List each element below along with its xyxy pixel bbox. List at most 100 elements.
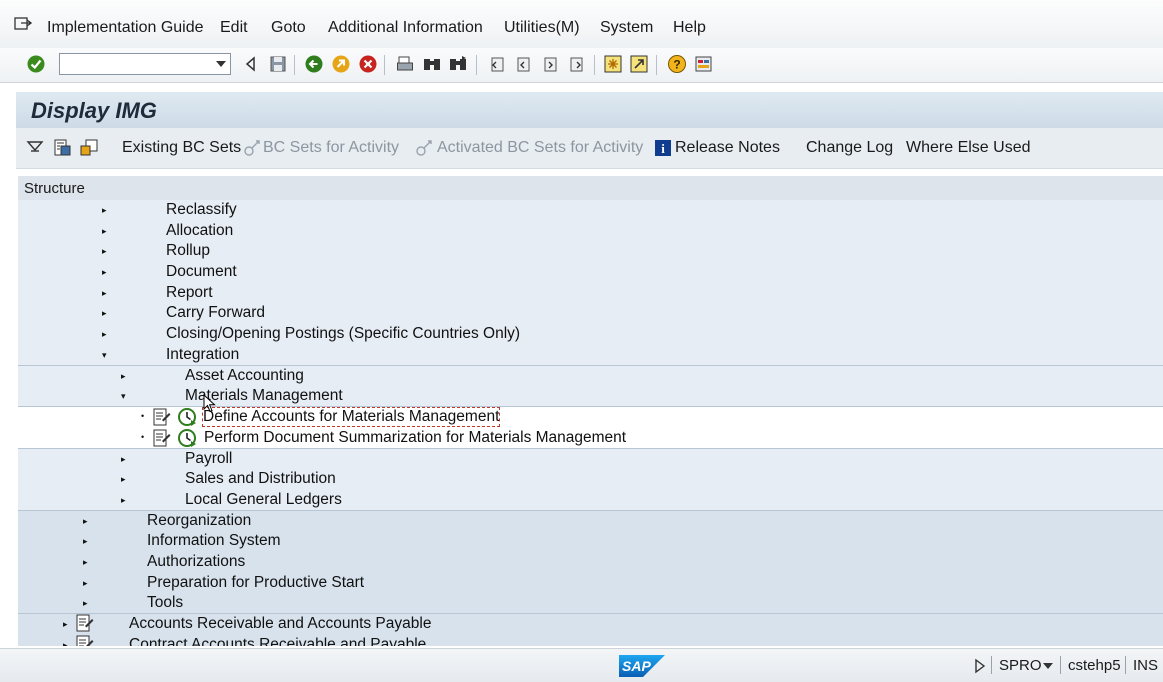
where-used-icon[interactable] xyxy=(79,138,99,158)
expand-subtree-icon[interactable] xyxy=(26,138,46,158)
tree-node[interactable]: ▸ Accounts Receivable and Accounts Payab… xyxy=(18,614,1163,635)
perform-doc-summarization-label: Perform Document Summarization for Mater… xyxy=(204,429,627,446)
tree-node[interactable]: ▸ Closing/Opening Postings (Specific Coun… xyxy=(18,324,1163,345)
tree-activity[interactable]: • Perform Document Summarization for Mat… xyxy=(18,428,1163,449)
cancel-icon[interactable] xyxy=(357,53,379,75)
tree-node[interactable]: ▸ Payroll xyxy=(18,449,1163,470)
enter-icon[interactable] xyxy=(25,53,47,75)
tree-node-expanded[interactable]: ▾ Integration xyxy=(18,345,1163,366)
collapse-arrow-icon[interactable]: ▾ xyxy=(121,391,126,402)
bc-sets-for-activity-button[interactable]: BC Sets for Activity xyxy=(263,139,399,157)
expand-arrow-icon[interactable]: ▸ xyxy=(121,474,126,485)
tree-node[interactable]: ▸ Asset Accounting xyxy=(18,366,1163,387)
expand-arrow-icon[interactable]: ▸ xyxy=(102,205,107,216)
sap-logo: SAP xyxy=(619,655,665,677)
tree-node[interactable]: ▸ Allocation xyxy=(18,221,1163,242)
activated-bc-sets-icon xyxy=(416,140,432,156)
expand-arrow-icon[interactable]: ▸ xyxy=(102,288,107,299)
tree-node[interactable]: ▸ Reclassify xyxy=(18,200,1163,221)
bullet-icon: • xyxy=(141,432,145,442)
customize-layout-icon[interactable] xyxy=(693,53,715,75)
expand-arrow-icon[interactable]: ▸ xyxy=(83,578,88,589)
tree-node[interactable]: ▸ Carry Forward xyxy=(18,303,1163,324)
expand-arrow-icon[interactable]: ▸ xyxy=(63,640,68,646)
documentation-icon[interactable] xyxy=(52,138,72,158)
existing-bc-sets-button[interactable]: Existing BC Sets xyxy=(122,139,241,157)
status-bar: SAP SPRO cstehp5 INS xyxy=(0,648,1163,682)
command-input[interactable] xyxy=(62,55,214,75)
back-icon[interactable] xyxy=(240,53,262,75)
svg-text:?: ? xyxy=(673,58,680,72)
tree-node[interactable]: ▸ Report xyxy=(18,283,1163,304)
tree-node[interactable]: ▸ Reorganization xyxy=(18,511,1163,532)
documentation-icon[interactable] xyxy=(74,614,96,634)
tree-node[interactable]: ▸ Local General Ledgers xyxy=(18,490,1163,511)
menu-utilities[interactable]: Utilities(M) xyxy=(504,19,580,37)
tree-node[interactable]: ▸ Tools xyxy=(18,593,1163,614)
collapse-arrow-icon[interactable]: ▾ xyxy=(102,350,107,361)
bc-sets-icon xyxy=(244,140,260,156)
expand-arrow-icon[interactable]: ▸ xyxy=(83,536,88,547)
tree-node[interactable]: ▸ Authorizations xyxy=(18,552,1163,573)
shortcut-icon[interactable] xyxy=(628,53,650,75)
transaction-code: SPRO xyxy=(999,657,1042,674)
tree-node[interactable]: ▸ Information System xyxy=(18,531,1163,552)
next-page-icon[interactable] xyxy=(539,53,561,75)
tree-node[interactable]: ▸ Rollup xyxy=(18,241,1163,262)
tree-node-expanded[interactable]: ▾ Materials Management xyxy=(18,386,1163,407)
documentation-icon[interactable] xyxy=(152,408,172,427)
chevron-down-icon[interactable] xyxy=(1043,663,1053,669)
last-page-icon[interactable] xyxy=(565,53,587,75)
tree-header: Structure xyxy=(18,176,1163,200)
documentation-icon[interactable] xyxy=(74,635,96,646)
expand-arrow-icon[interactable]: ▸ xyxy=(102,308,107,319)
menu-edit[interactable]: Edit xyxy=(220,19,248,37)
img-structure-tree: Structure ▸ Reclassify ▸ Allocation ▸ Rollu… xyxy=(18,176,1163,646)
release-notes-button[interactable]: Release Notes xyxy=(675,139,780,157)
menu-toggle-icon[interactable] xyxy=(14,17,32,31)
help-icon[interactable]: ? xyxy=(666,53,688,75)
expand-arrow-icon[interactable]: ▸ xyxy=(121,454,126,465)
exit-icon[interactable] xyxy=(330,53,352,75)
activated-bc-sets-button[interactable]: Activated BC Sets for Activity xyxy=(437,139,643,157)
page-title: Display IMG xyxy=(31,98,157,123)
find-next-icon[interactable] xyxy=(447,53,469,75)
tree-node[interactable]: ▸ Preparation for Productive Start xyxy=(18,573,1163,594)
documentation-icon[interactable] xyxy=(152,429,172,448)
tree-node[interactable]: ▸ Sales and Distribution xyxy=(18,469,1163,490)
first-page-icon[interactable] xyxy=(486,53,508,75)
save-icon[interactable] xyxy=(267,53,289,75)
expand-arrow-icon[interactable]: ▸ xyxy=(102,246,107,257)
tree-activity[interactable]: • Define Accounts for Materials Manageme… xyxy=(18,407,1163,428)
expand-arrow-icon[interactable]: ▸ xyxy=(121,495,126,506)
svg-text:SAP: SAP xyxy=(622,658,651,674)
menu-goto[interactable]: Goto xyxy=(271,19,306,37)
print-icon[interactable] xyxy=(394,53,416,75)
menu-system[interactable]: System xyxy=(600,19,653,37)
previous-page-icon[interactable] xyxy=(512,53,534,75)
menu-implementation-guide[interactable]: Implementation Guide xyxy=(47,19,204,37)
create-session-icon[interactable] xyxy=(602,53,624,75)
execute-activity-icon[interactable] xyxy=(177,428,198,449)
tree-node[interactable]: ▸ Contract Accounts Receivable and Payab… xyxy=(18,635,1163,646)
expand-arrow-icon[interactable]: ▸ xyxy=(83,516,88,527)
find-icon[interactable] xyxy=(421,53,443,75)
expand-arrow-icon[interactable]: ▸ xyxy=(102,267,107,278)
status-expand-icon[interactable] xyxy=(974,658,986,674)
expand-arrow-icon[interactable]: ▸ xyxy=(83,557,88,568)
tree-node[interactable]: ▸ Document xyxy=(18,262,1163,283)
change-log-button[interactable]: Change Log xyxy=(806,139,893,157)
back-green-icon[interactable] xyxy=(303,53,325,75)
expand-arrow-icon[interactable]: ▸ xyxy=(83,598,88,609)
expand-arrow-icon[interactable]: ▸ xyxy=(63,619,68,630)
command-field[interactable] xyxy=(59,53,231,75)
svg-text:i: i xyxy=(661,141,665,156)
expand-arrow-icon[interactable]: ▸ xyxy=(102,226,107,237)
chevron-down-icon[interactable] xyxy=(216,61,226,67)
where-else-used-button[interactable]: Where Else Used xyxy=(906,139,1031,157)
expand-arrow-icon[interactable]: ▸ xyxy=(102,329,107,340)
menu-help[interactable]: Help xyxy=(673,19,706,37)
menu-additional-information[interactable]: Additional Information xyxy=(328,19,483,37)
expand-arrow-icon[interactable]: ▸ xyxy=(121,371,126,382)
execute-activity-icon[interactable] xyxy=(177,407,198,428)
